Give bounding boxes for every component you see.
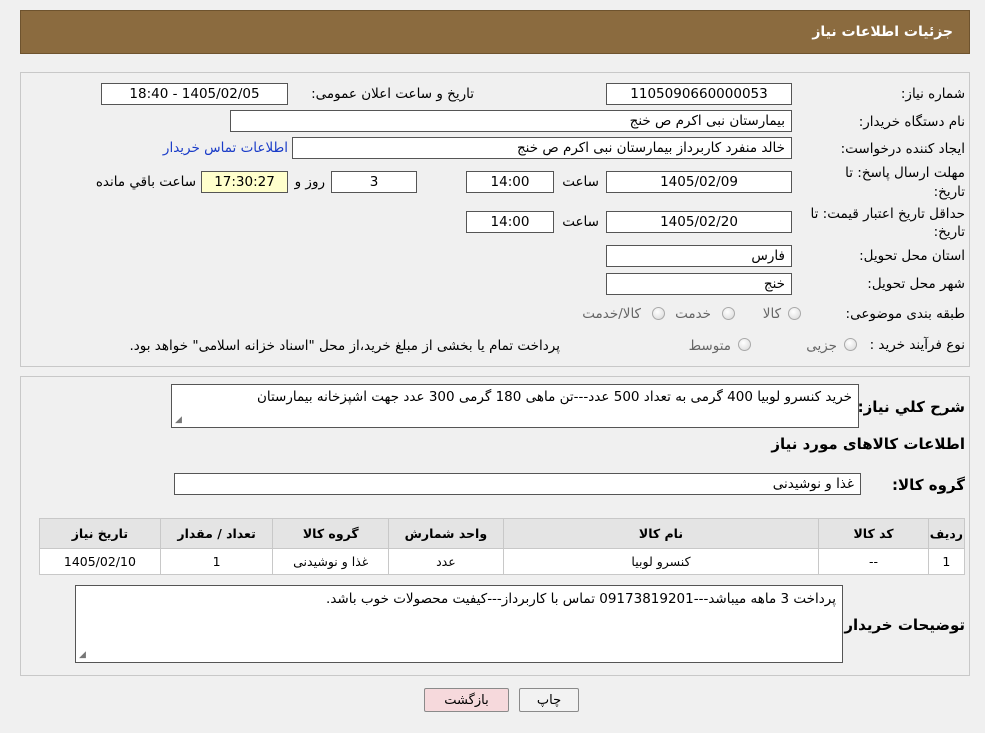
buyer-org-field: بیمارستان نبی اکرم ص خنج (230, 110, 792, 132)
col-header-name: نام کالا (502, 518, 820, 549)
announce-datetime-label: تاریخ و ساعت اعلان عمومی: (311, 86, 474, 102)
process-medium-radio[interactable] (738, 338, 751, 351)
deadline-time-label: ساعت (562, 174, 599, 190)
cell-code: -- (818, 548, 929, 575)
table-header-row: ردیف کد کالا نام کالا واحد شمارش گروه کا… (39, 518, 966, 549)
request-creator-label: ایجاد کننده درخواست: (840, 141, 965, 157)
category-service-radio[interactable] (722, 307, 735, 320)
col-header-group: گروه کالا (272, 518, 390, 549)
need-number-label: شماره نیاز: (900, 86, 965, 102)
page-title: جزئیات اطلاعات نیاز (812, 24, 953, 40)
general-description-text: خرید کنسرو لوبیا 400 گرمی به تعداد 500 ع… (256, 389, 852, 405)
process-medium-label: متوسط (688, 338, 731, 354)
resize-grip-icon[interactable]: ◢ (79, 650, 86, 660)
buyer-contact-link[interactable]: اطلاعات تماس خریدار (163, 140, 288, 156)
general-description-textarea[interactable]: خرید کنسرو لوبیا 400 گرمی به تعداد 500 ع… (171, 384, 859, 428)
deadline-time-field: 14:00 (466, 171, 554, 193)
category-goods-label: کالا (762, 306, 781, 322)
days-label: روز و (294, 174, 325, 190)
goods-group-label: گروه کالا: (892, 476, 965, 494)
col-header-date: تاریخ نیاز (39, 518, 161, 549)
subject-category-label: طبقه بندی موضوعی: (845, 306, 965, 322)
remaining-time-label: ساعت باقي مانده (95, 174, 196, 190)
cell-name: کنسرو لوبیا (502, 548, 820, 575)
deadline-label: مهلت ارسال پاسخ: تا (845, 165, 965, 181)
remaining-time-field: 17:30:27 (201, 171, 288, 193)
buyer-notes-text: پرداخت 3 ماهه میباشد---09173819201 تماس … (326, 591, 836, 607)
page-header: جزئیات اطلاعات نیاز (20, 10, 970, 54)
deadline-label-date: تاریخ: (933, 184, 965, 200)
general-description-label: شرح کلي نیاز: (857, 398, 965, 416)
deadline-date-field: 1405/02/09 (606, 171, 792, 193)
price-validity-time-field: 14:00 (466, 211, 554, 233)
buyer-org-label: نام دستگاه خریدار: (858, 114, 965, 130)
goods-table: ردیف کد کالا نام کالا واحد شمارش گروه کا… (39, 518, 966, 575)
col-header-row-num: ردیف (927, 518, 966, 549)
cell-unit: عدد (388, 548, 504, 575)
col-header-unit: واحد شمارش (388, 518, 504, 549)
delivery-province-label: استان محل تحویل: (859, 248, 965, 264)
need-number-field: 1105090660000053 (606, 83, 792, 105)
treasury-payment-note: پرداخت تمام یا بخشی از مبلغ خرید،از محل … (129, 338, 560, 354)
delivery-city-field: خنج (606, 273, 792, 295)
col-header-qty: تعداد / مقدار (159, 518, 274, 549)
goods-group-field: غذا و نوشیدنی (174, 473, 861, 495)
cell-date: 1405/02/10 (39, 548, 161, 575)
cell-row-num: 1 (927, 548, 966, 575)
remaining-days-field: 3 (331, 171, 417, 193)
back-button[interactable]: بازگشت (424, 688, 509, 712)
price-validity-date-field: 1405/02/20 (606, 211, 792, 233)
process-minor-radio[interactable] (844, 338, 857, 351)
price-validity-time-label: ساعت (562, 214, 599, 230)
goods-info-title: اطلاعات کالاهای مورد نیاز (771, 435, 965, 453)
category-goods-service-radio[interactable] (652, 307, 665, 320)
process-minor-label: جزیی (806, 338, 837, 354)
buyer-notes-label: توضیحات خریدار: (838, 616, 965, 634)
purchase-process-label: نوع فرآیند خرید : (869, 337, 965, 353)
delivery-province-field: فارس (606, 245, 792, 267)
price-validity-label-date: تاریخ: (933, 224, 965, 240)
category-goods-radio[interactable] (788, 307, 801, 320)
category-goods-service-label: کالا/خدمت (582, 306, 641, 322)
category-service-label: خدمت (675, 306, 711, 322)
print-button[interactable]: چاپ (519, 688, 579, 712)
table-row: 1 -- کنسرو لوبیا عدد غذا و نوشیدنی 1 140… (39, 548, 966, 575)
resize-grip-icon[interactable]: ◢ (175, 415, 182, 425)
col-header-code: کد کالا (818, 518, 929, 549)
buyer-notes-textarea[interactable]: پرداخت 3 ماهه میباشد---09173819201 تماس … (75, 585, 843, 663)
request-creator-field: خالد منفرد کاربرداز بیمارستان نبی اکرم ص… (292, 137, 792, 159)
price-validity-label: حداقل تاریخ اعتبار قیمت: تا (810, 206, 965, 222)
delivery-city-label: شهر محل تحویل: (867, 276, 965, 292)
cell-qty: 1 (159, 548, 274, 575)
announce-datetime-field: 1405/02/05 - 18:40 (101, 83, 288, 105)
cell-group: غذا و نوشیدنی (272, 548, 390, 575)
